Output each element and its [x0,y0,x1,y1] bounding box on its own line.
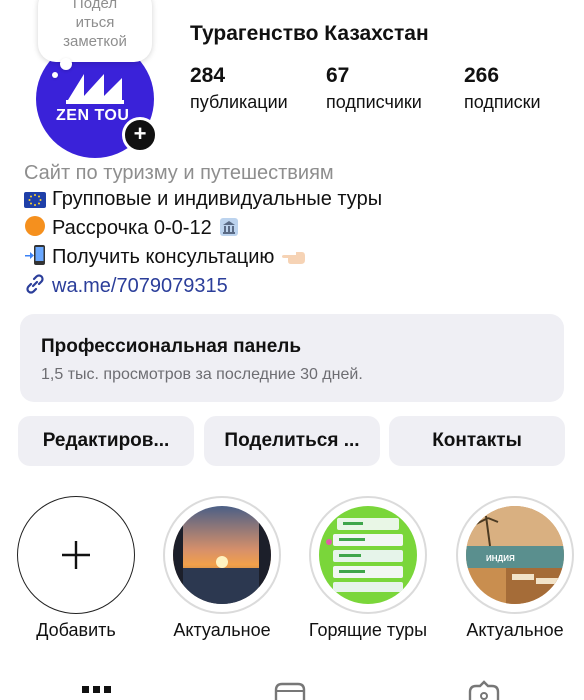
highlight-label-hot-tours: Горящие туры [308,620,428,640]
note-text-line2: иться [75,14,115,31]
stat-following-value: 266 [464,64,500,87]
highlight-hot-tours-cover [319,506,417,604]
stat-posts[interactable]: 284 публикации [190,64,288,113]
bio-line-installment: Рассрочка 0-0-12 [24,215,382,244]
share-note-bubble[interactable]: Подел иться заметкой [38,0,152,78]
highlight-item[interactable] [163,496,281,614]
stat-followers-label: подписчики [326,92,422,112]
highlight-item[interactable] [309,496,427,614]
edit-profile-button[interactable]: Редактиров... [18,416,194,466]
bio-line-tours: Групповые и индивидуальные туры [24,186,382,215]
share-profile-button[interactable]: Поделиться ... [204,416,380,466]
contacts-button[interactable]: Контакты [389,416,565,466]
note-text-line1: Подел [72,0,118,12]
stat-following[interactable]: 266 подписки [464,64,541,113]
stat-posts-value: 284 [190,64,226,87]
highlight-label-actual-1: Актуальное [173,620,271,640]
pointing-hand-icon [281,246,306,273]
orange-circle-icon [24,215,46,244]
profile-bio: Сайт по туризму и путешествиям Групповые… [24,160,382,302]
highlight-overlay-text: ИНДИЯ [486,554,515,563]
pro-panel-title: Профессиональная панель [41,336,302,357]
highlight-sunset-cover [173,506,271,604]
bio-line-tours-text: Групповые и индивидуальные туры [52,188,383,210]
note-tail-dot [60,58,72,70]
bio-link-row[interactable]: wa.me/7079079315 [24,273,382,302]
note-text-line3: заметкой [63,33,127,50]
highlight-add[interactable] [17,496,135,614]
bio-link[interactable]: wa.me/7079079315 [52,275,228,297]
profile-category: Сайт по туризму и путешествиям [24,162,334,184]
highlight-add-label: Добавить [36,620,116,640]
stat-followers-value: 67 [326,64,350,87]
reels-tab-icon[interactable] [272,680,308,700]
add-story-plus-icon[interactable]: + [122,117,158,153]
bio-line-consult-text: Получить консультацию [52,246,275,268]
profile-name: Турагенство Казахстан [190,22,429,45]
bank-icon [219,217,239,244]
professional-dashboard[interactable]: Профессиональная панель 1,5 тыс. просмот… [20,314,564,402]
stat-followers[interactable]: 67 подписчики [326,64,422,113]
highlight-item[interactable]: ИНДИЯ [456,496,574,614]
tagged-tab-icon[interactable] [466,680,502,700]
bio-line-consult: Получить консультацию [24,244,382,273]
link-icon [24,273,46,302]
highlight-resort-cover: ИНДИЯ [466,506,564,604]
bio-line-installment-text: Рассрочка 0-0-12 [52,217,212,239]
pro-panel-subtitle: 1,5 тыс. просмотров за последние 30 дней… [41,366,363,383]
plus-icon [62,541,90,569]
stat-posts-label: публикации [190,92,288,112]
grid-tab-icon[interactable] [80,680,114,700]
note-tail-dot-small [52,72,58,78]
mobile-phone-icon [24,244,46,273]
highlight-label-actual-2: Актуальное [466,620,564,640]
eu-flag-icon [24,189,46,215]
stat-following-label: подписки [464,92,541,112]
